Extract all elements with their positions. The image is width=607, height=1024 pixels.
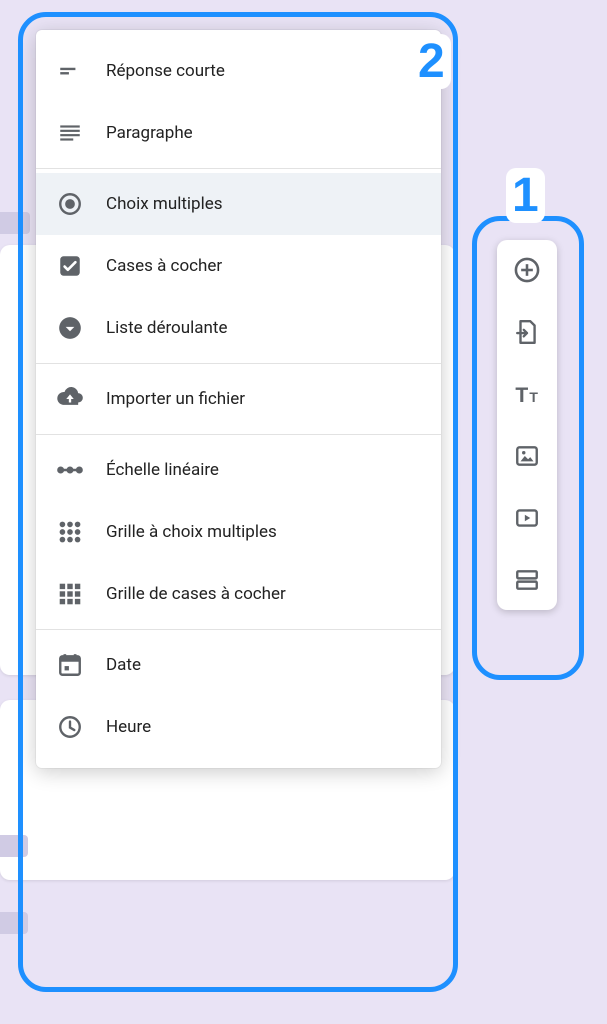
menu-item-label: Importer un fichier [106,389,245,409]
paragraph-icon [56,119,84,147]
clock-icon [56,713,84,741]
menu-item-label: Échelle linéaire [106,460,219,480]
menu-divider [36,434,441,435]
add-video-button[interactable] [511,502,543,534]
import-questions-button[interactable] [511,316,543,348]
callout-number-1: 1 [506,168,545,223]
file-import-icon [514,319,540,345]
menu-item-label: Paragraphe [106,123,193,143]
menu-item-label: Heure [106,717,151,737]
short-text-icon [56,57,84,85]
checkbox-icon [56,252,84,280]
menu-divider [36,363,441,364]
menu-item-label: Liste déroulante [106,318,227,338]
menu-item-short-answer[interactable]: Réponse courte [36,40,441,102]
menu-item-multiple-choice-grid[interactable]: Grille à choix multiples [36,501,441,563]
cloud-upload-icon [56,385,84,413]
menu-item-checkboxes[interactable]: Cases à cocher [36,235,441,297]
add-question-button[interactable] [511,254,543,286]
radio-button-icon [56,190,84,218]
side-toolbar: TT [497,240,557,610]
menu-item-time[interactable]: Heure [36,696,441,758]
menu-item-label: Réponse courte [106,61,225,81]
menu-item-dropdown[interactable]: Liste déroulante [36,297,441,359]
menu-item-date[interactable]: Date [36,634,441,696]
dropdown-icon [56,314,84,342]
menu-item-label: Grille à choix multiples [106,522,277,542]
menu-item-file-upload[interactable]: Importer un fichier [36,368,441,430]
menu-item-label: Date [106,655,141,675]
section-icon [514,567,540,593]
add-section-button[interactable] [511,564,543,596]
svg-text:T: T [529,389,538,405]
linear-scale-icon [56,456,84,484]
menu-divider [36,168,441,169]
video-icon [514,505,540,531]
add-image-button[interactable] [511,440,543,472]
question-type-menu: Réponse courte Paragraphe Choix multiple… [36,30,441,768]
menu-item-paragraph[interactable]: Paragraphe [36,102,441,164]
menu-item-linear-scale[interactable]: Échelle linéaire [36,439,441,501]
dot-grid-icon [56,518,84,546]
calendar-icon [56,651,84,679]
menu-item-label: Choix multiples [106,194,223,214]
menu-item-label: Grille de cases à cocher [106,584,286,604]
menu-item-multiple-choice[interactable]: Choix multiples [36,173,441,235]
menu-item-label: Cases à cocher [106,256,222,276]
text-icon: TT [513,380,541,408]
plus-circle-icon [513,256,541,284]
menu-divider [36,629,441,630]
svg-text:T: T [515,384,528,407]
square-grid-icon [56,580,84,608]
add-title-button[interactable]: TT [511,378,543,410]
image-icon [514,443,540,469]
menu-item-checkbox-grid[interactable]: Grille de cases à cocher [36,563,441,625]
